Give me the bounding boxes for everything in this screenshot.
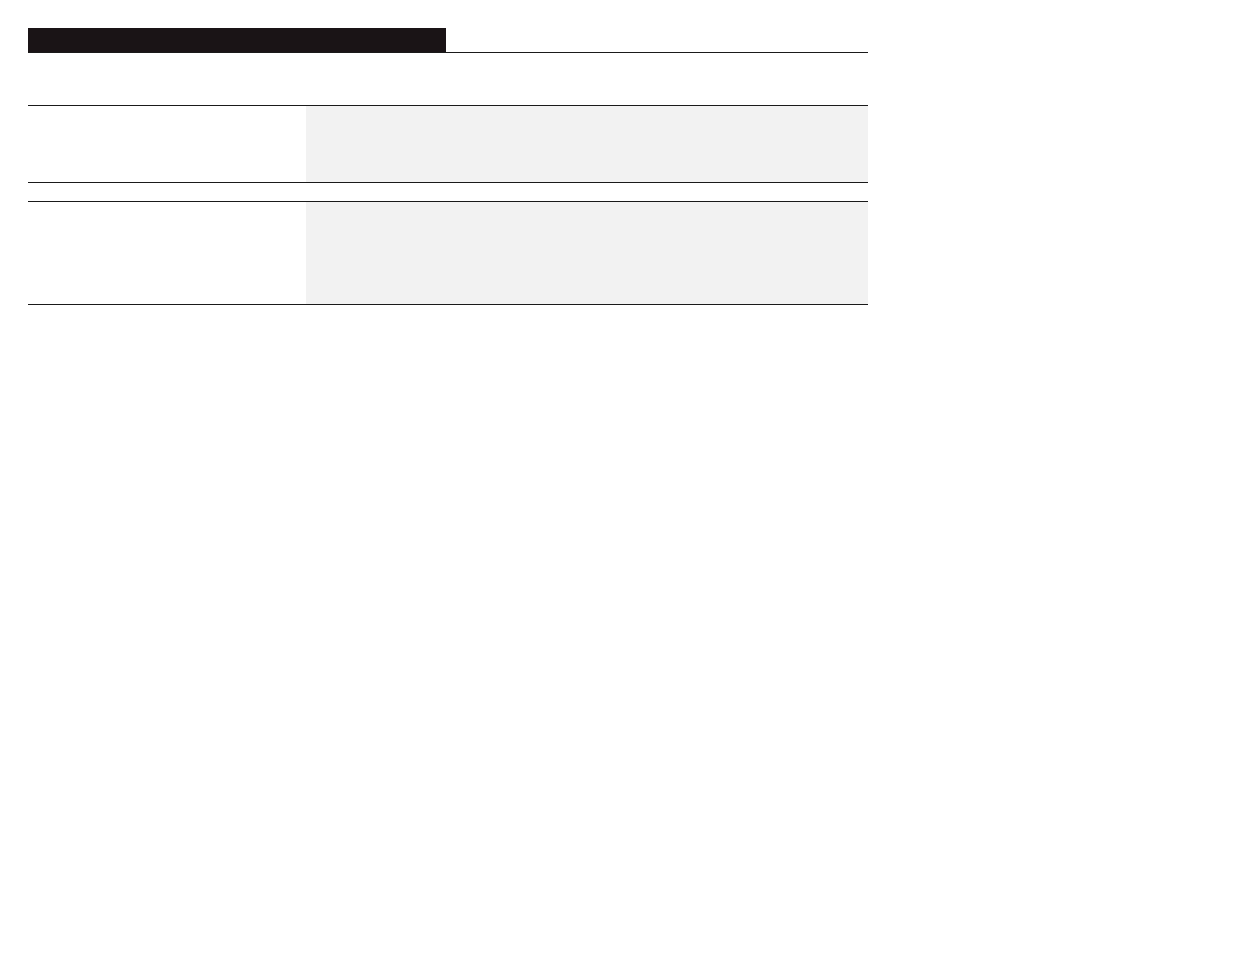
table bbox=[28, 105, 868, 305]
row-value-cell bbox=[306, 106, 868, 182]
header-right-block bbox=[446, 28, 868, 52]
layout-container bbox=[28, 28, 868, 305]
table-row-gap bbox=[28, 183, 868, 201]
table-row bbox=[28, 201, 868, 305]
header-spacer bbox=[28, 53, 868, 105]
header-row bbox=[28, 28, 868, 53]
header-left-block bbox=[28, 28, 446, 52]
table-row bbox=[28, 105, 868, 183]
row-value-cell bbox=[306, 202, 868, 304]
row-label-cell bbox=[28, 106, 306, 182]
row-label-cell bbox=[28, 202, 306, 304]
